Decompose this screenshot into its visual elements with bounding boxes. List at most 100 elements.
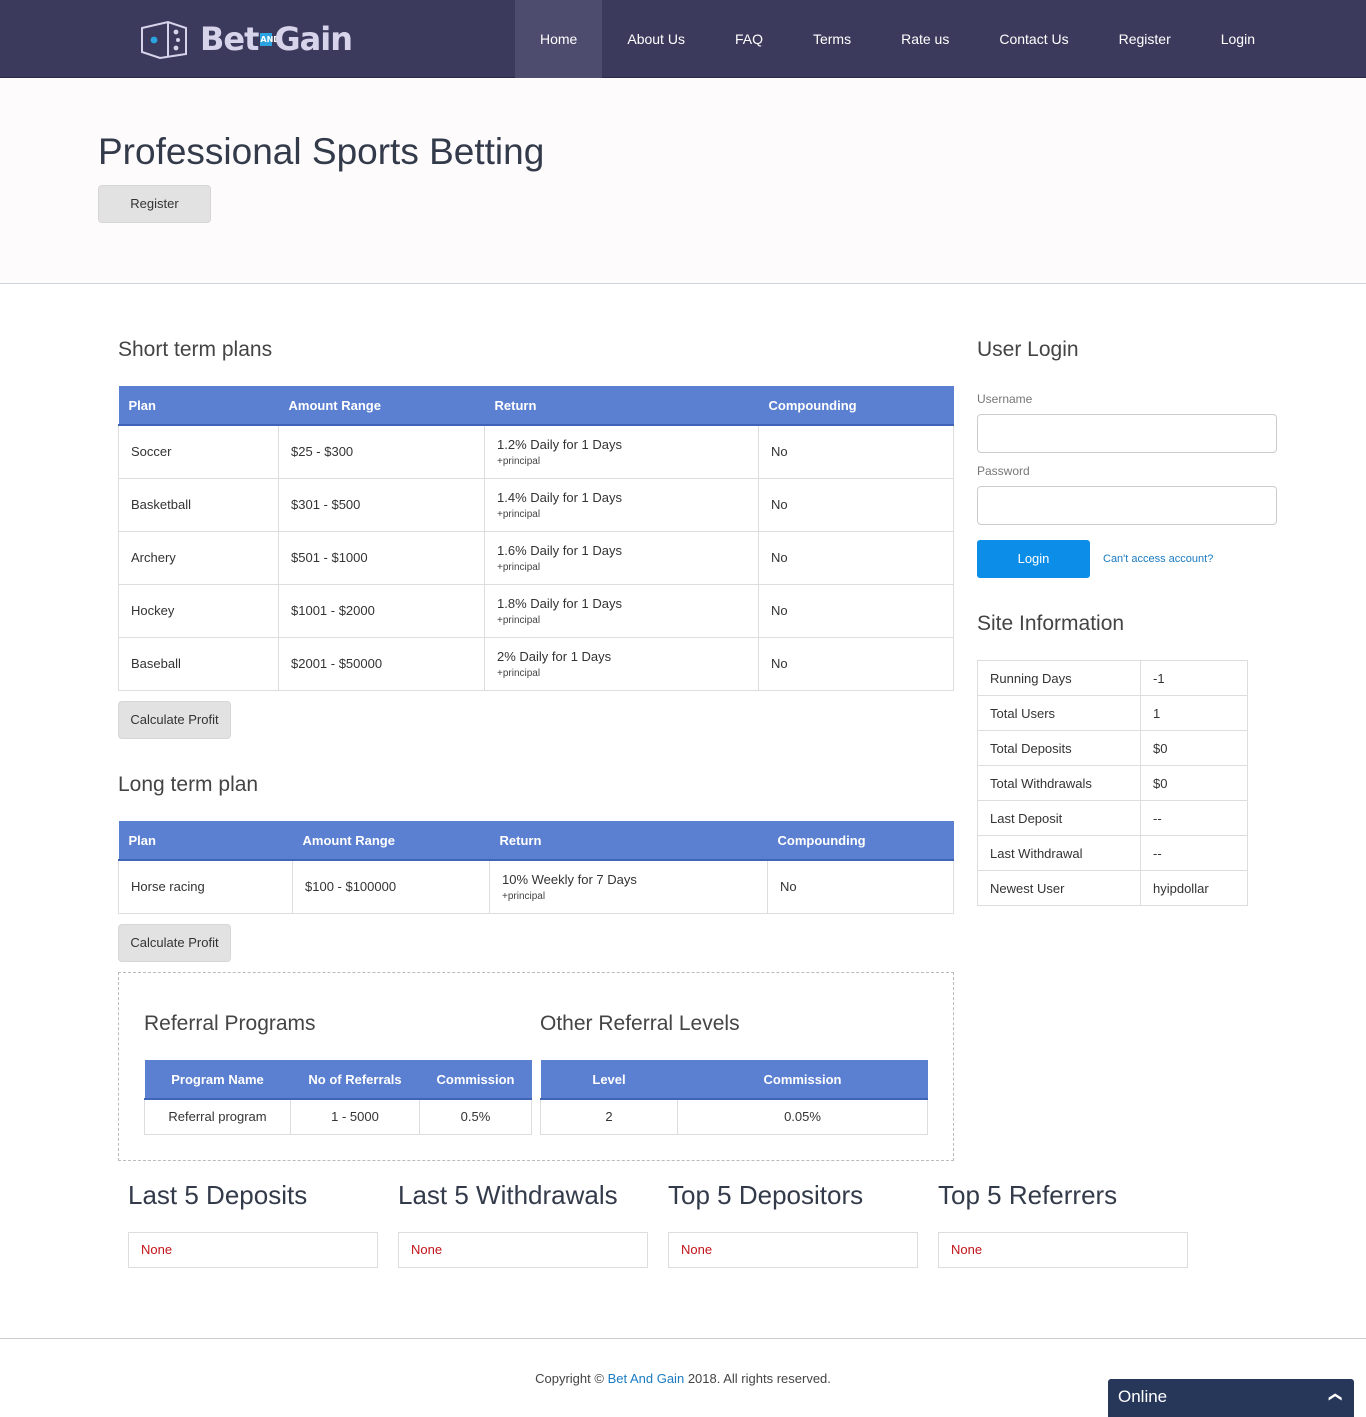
- info-label: Total Withdrawals: [977, 765, 1141, 801]
- chevron-up-icon: ❯: [1326, 1391, 1342, 1403]
- plan-range: $301 - $500: [278, 477, 485, 532]
- col-amount-range: Amount Range: [292, 821, 490, 861]
- plan-compounding: No: [758, 636, 954, 691]
- table-row: Referral program 1 - 5000 0.5%: [144, 1098, 532, 1135]
- plan-return: 2% Daily for 1 Days +principal: [484, 636, 759, 691]
- plan-compounding: No: [758, 583, 954, 638]
- plan-compounding: No: [758, 477, 954, 532]
- plan-name: Soccer: [118, 424, 279, 479]
- last-5-withdrawals-title: Last 5 Withdrawals: [398, 1180, 618, 1210]
- nav-about-us[interactable]: About Us: [602, 0, 710, 78]
- table-row: Total Deposits $0: [977, 730, 1248, 766]
- plan-compounding: No: [767, 859, 954, 914]
- site-information-title: Site Information: [977, 612, 1125, 635]
- info-value: --: [1140, 835, 1248, 871]
- copyright-suffix: 2018. All rights reserved.: [687, 1371, 831, 1386]
- info-label: Last Deposit: [977, 800, 1141, 836]
- password-input[interactable]: [977, 486, 1277, 525]
- info-value: 1: [1140, 695, 1248, 731]
- table-row: Archery $501 - $1000 1.6% Daily for 1 Da…: [118, 530, 954, 585]
- nav-terms[interactable]: Terms: [788, 0, 876, 78]
- plan-compounding: No: [758, 424, 954, 479]
- level: 2: [540, 1098, 678, 1135]
- referral-section: Referral Programs Program Name No of Ref…: [118, 972, 954, 1161]
- top-5-referrers-value: None: [938, 1232, 1188, 1268]
- table-row: Total Withdrawals $0: [977, 765, 1248, 801]
- return-note: +principal: [497, 561, 541, 573]
- nav-register[interactable]: Register: [1094, 0, 1196, 78]
- calculate-profit-long-button[interactable]: Calculate Profit: [118, 924, 231, 962]
- nav-contact-us[interactable]: Contact Us: [974, 0, 1093, 78]
- table-row: Last Deposit --: [977, 800, 1248, 836]
- plan-range: $501 - $1000: [278, 530, 485, 585]
- plan-return: 1.8% Daily for 1 Days +principal: [484, 583, 759, 638]
- info-value: -1: [1140, 660, 1248, 696]
- plan-name: Horse racing: [118, 859, 293, 914]
- plan-compounding: No: [758, 530, 954, 585]
- plan-name: Archery: [118, 530, 279, 585]
- commission: 0.05%: [677, 1098, 928, 1135]
- table-row: Hockey $1001 - $2000 1.8% Daily for 1 Da…: [118, 583, 954, 638]
- nav-menu: Home About Us FAQ Terms Rate us Contact …: [515, 0, 1280, 78]
- hero-register-button[interactable]: Register: [98, 185, 211, 223]
- site-information-table: Running Days -1 Total Users 1 Total Deposi…: [977, 660, 1248, 906]
- calculate-profit-short-button[interactable]: Calculate Profit: [118, 701, 231, 739]
- user-login-title: User Login: [977, 338, 1079, 361]
- info-value: $0: [1140, 730, 1248, 766]
- return-text: 1.8% Daily for 1 Days: [497, 595, 622, 611]
- other-referral-levels-title: Other Referral Levels: [540, 1012, 740, 1035]
- referral-programs-table: Program Name No of Referrals Commission …: [144, 1060, 532, 1135]
- last-5-deposits-value: None: [128, 1232, 378, 1268]
- short-term-table: Plan Amount Range Return Compounding Soc…: [118, 386, 954, 691]
- table-row: Baseball $2001 - $50000 2% Daily for 1 D…: [118, 636, 954, 691]
- info-label: Newest User: [977, 870, 1141, 906]
- other-referral-levels-table: Level Commission 2 0.05%: [540, 1060, 928, 1135]
- nav-home[interactable]: Home: [515, 0, 603, 78]
- col-return: Return: [484, 386, 759, 426]
- col-commission: Commission: [677, 1060, 928, 1100]
- cant-access-account-link[interactable]: Can't access account?: [1103, 553, 1213, 565]
- page-title: Professional Sports Betting: [98, 131, 545, 172]
- info-value: --: [1140, 800, 1248, 836]
- top-5-depositors-value: None: [668, 1232, 918, 1268]
- return-text: 1.4% Daily for 1 Days: [497, 489, 622, 505]
- info-label: Last Withdrawal: [977, 835, 1141, 871]
- login-button[interactable]: Login: [977, 540, 1090, 578]
- info-value: $0: [1140, 765, 1248, 801]
- return-text: 10% Weekly for 7 Days: [502, 871, 637, 887]
- return-note: +principal: [497, 455, 541, 467]
- table-row: Basketball $301 - $500 1.4% Daily for 1 …: [118, 477, 954, 532]
- col-plan: Plan: [118, 386, 279, 426]
- site-logo[interactable]: Bet AND Gain: [138, 18, 353, 60]
- return-text: 1.6% Daily for 1 Days: [497, 542, 622, 558]
- password-label: Password: [977, 464, 1030, 478]
- logo-word-bet: Bet: [200, 20, 259, 58]
- nav-faq[interactable]: FAQ: [710, 0, 788, 78]
- logo-word-and: AND: [260, 32, 280, 46]
- plan-range: $2001 - $50000: [278, 636, 485, 691]
- last-5-deposits-title: Last 5 Deposits: [128, 1180, 308, 1210]
- copyright-prefix: Copyright ©: [535, 1371, 604, 1386]
- col-amount-range: Amount Range: [278, 386, 485, 426]
- long-term-table: Plan Amount Range Return Compounding Hor…: [118, 821, 954, 914]
- col-commission: Commission: [419, 1060, 532, 1100]
- plan-range: $1001 - $2000: [278, 583, 485, 638]
- info-label: Running Days: [977, 660, 1141, 696]
- dice-logo-icon: [141, 20, 187, 60]
- nav-login[interactable]: Login: [1196, 0, 1280, 78]
- footer-brand-link[interactable]: Bet And Gain: [608, 1371, 685, 1386]
- col-plan: Plan: [118, 821, 293, 861]
- plan-return: 1.2% Daily for 1 Days +principal: [484, 424, 759, 479]
- online-chat-widget[interactable]: Online ❯: [1108, 1379, 1354, 1417]
- table-row: Last Withdrawal --: [977, 835, 1248, 871]
- return-note: +principal: [497, 614, 541, 626]
- top-5-depositors-title: Top 5 Depositors: [668, 1180, 864, 1210]
- table-row: 2 0.05%: [540, 1098, 928, 1135]
- username-input[interactable]: [977, 414, 1277, 453]
- logo-word-gain: Gain: [274, 20, 353, 58]
- top-5-referrers-title: Top 5 Referrers: [938, 1180, 1118, 1210]
- hero-banner: Professional Sports Betting Register: [0, 79, 1366, 284]
- col-return: Return: [489, 821, 768, 861]
- nav-rate-us[interactable]: Rate us: [876, 0, 974, 78]
- plan-return: 1.6% Daily for 1 Days +principal: [484, 530, 759, 585]
